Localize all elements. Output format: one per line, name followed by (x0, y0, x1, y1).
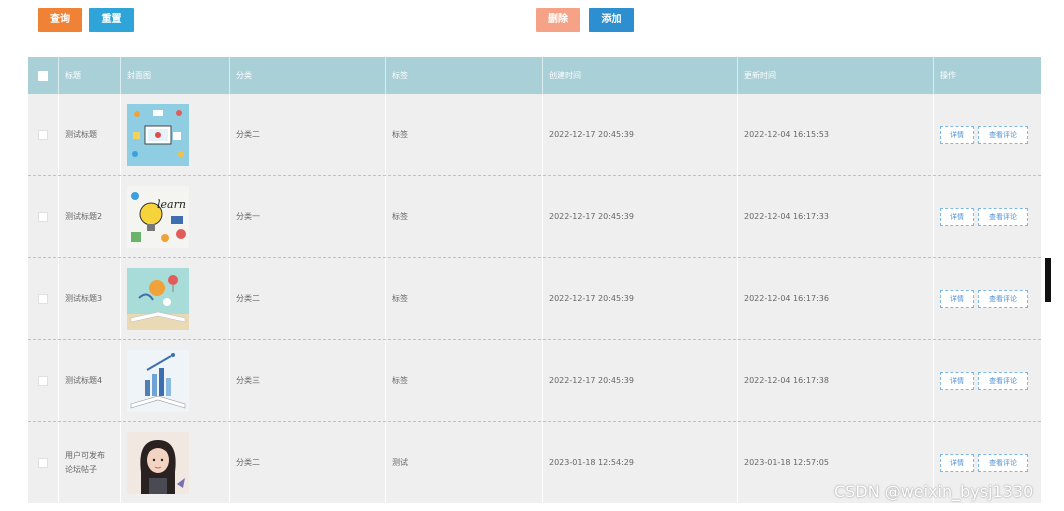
title-cell: 测试标题2 (59, 176, 121, 257)
created-cell: 2022-12-17 20:45:39 (543, 176, 738, 257)
actions-cell: 详情 查看评论 (934, 176, 1041, 257)
updated-cell: 2022-12-04 16:15:53 (738, 94, 934, 175)
detail-button[interactable]: 详情 (940, 207, 974, 226)
title-cell: 用户可发布 论坛帖子 (59, 422, 121, 503)
cover-cell (121, 94, 230, 175)
table-header: 标题 封面图 分类 标签 创建时间 更新时间 操作 (28, 57, 1041, 94)
svg-text:learn: learn (157, 198, 186, 211)
select-cell (28, 94, 59, 175)
select-cell (28, 176, 59, 257)
actions-cell: 详情 查看评论 (934, 340, 1041, 421)
data-table: 标题 封面图 分类 标签 创建时间 更新时间 操作 测试标题 分类二 标签 20… (28, 57, 1041, 503)
title-cell: 测试标题 (59, 94, 121, 175)
tag-cell: 标签 (386, 94, 543, 175)
row-checkbox[interactable] (38, 293, 48, 304)
detail-button[interactable]: 详情 (940, 125, 974, 144)
header-tag: 标签 (386, 57, 543, 94)
actions-cell: 详情 查看评论 (934, 258, 1041, 339)
scroll-indicator[interactable] (1045, 258, 1051, 302)
updated-cell: 2022-12-04 16:17:36 (738, 258, 934, 339)
created-cell: 2022-12-17 20:45:39 (543, 94, 738, 175)
category-cell: 分类二 (230, 94, 386, 175)
reset-button[interactable]: 重置 (89, 8, 134, 32)
header-category: 分类 (230, 57, 386, 94)
delete-button[interactable]: 删除 (536, 8, 580, 32)
detail-button[interactable]: 详情 (940, 453, 974, 472)
tag-cell: 测试 (386, 422, 543, 503)
detail-button[interactable]: 详情 (940, 289, 974, 308)
tag-cell: 标签 (386, 258, 543, 339)
table-row: 测试标题2 learn 分类一 标签 2022-12-17 20:45:39 2… (28, 176, 1041, 258)
cover-cell (121, 340, 230, 421)
select-cell (28, 340, 59, 421)
cover-image[interactable] (127, 349, 189, 412)
actions-cell: 详情 查看评论 (934, 94, 1041, 175)
select-cell (28, 258, 59, 339)
row-checkbox[interactable] (38, 375, 48, 386)
created-cell: 2022-12-17 20:45:39 (543, 258, 738, 339)
created-cell: 2023-01-18 12:54:29 (543, 422, 738, 503)
header-select-cell (28, 57, 59, 94)
updated-cell: 2022-12-04 16:17:33 (738, 176, 934, 257)
select-all-checkbox[interactable] (38, 70, 48, 81)
title-cell: 测试标题3 (59, 258, 121, 339)
view-comments-button[interactable]: 查看评论 (978, 207, 1028, 226)
cover-cell (121, 258, 230, 339)
cover-cell (121, 422, 230, 503)
query-button[interactable]: 查询 (38, 8, 82, 32)
toolbar: 查询 重置 删除 添加 (0, 0, 1064, 50)
updated-cell: 2022-12-04 16:17:38 (738, 340, 934, 421)
table-row: 测试标题3 分类二 标签 2022-12-17 20:45:39 2022-12… (28, 258, 1041, 340)
cover-cell: learn (121, 176, 230, 257)
view-comments-button[interactable]: 查看评论 (978, 371, 1028, 390)
header-title: 标题 (59, 57, 121, 94)
cover-image[interactable] (127, 431, 189, 494)
category-cell: 分类二 (230, 258, 386, 339)
row-checkbox[interactable] (38, 457, 48, 468)
cover-image[interactable] (127, 267, 189, 330)
row-checkbox[interactable] (38, 129, 48, 140)
detail-button[interactable]: 详情 (940, 371, 974, 390)
table-row: 测试标题4 分类三 标签 2022-12-17 20:45:39 2022-12… (28, 340, 1041, 422)
header-cover: 封面图 (121, 57, 230, 94)
tag-cell: 标签 (386, 176, 543, 257)
watermark: CSDN @weixin_bysj1330 (834, 482, 1034, 501)
select-cell (28, 422, 59, 503)
view-comments-button[interactable]: 查看评论 (978, 289, 1028, 308)
created-cell: 2022-12-17 20:45:39 (543, 340, 738, 421)
row-checkbox[interactable] (38, 211, 48, 222)
title-cell: 测试标题4 (59, 340, 121, 421)
table-row: 测试标题 分类二 标签 2022-12-17 20:45:39 2022-12-… (28, 94, 1041, 176)
cover-image[interactable] (127, 103, 189, 166)
category-cell: 分类一 (230, 176, 386, 257)
cover-image[interactable]: learn (127, 185, 189, 248)
add-button[interactable]: 添加 (589, 8, 634, 32)
category-cell: 分类二 (230, 422, 386, 503)
category-cell: 分类三 (230, 340, 386, 421)
view-comments-button[interactable]: 查看评论 (978, 453, 1028, 472)
tag-cell: 标签 (386, 340, 543, 421)
view-comments-button[interactable]: 查看评论 (978, 125, 1028, 144)
header-created: 创建时间 (543, 57, 738, 94)
header-updated: 更新时间 (738, 57, 934, 94)
header-actions: 操作 (940, 71, 956, 80)
